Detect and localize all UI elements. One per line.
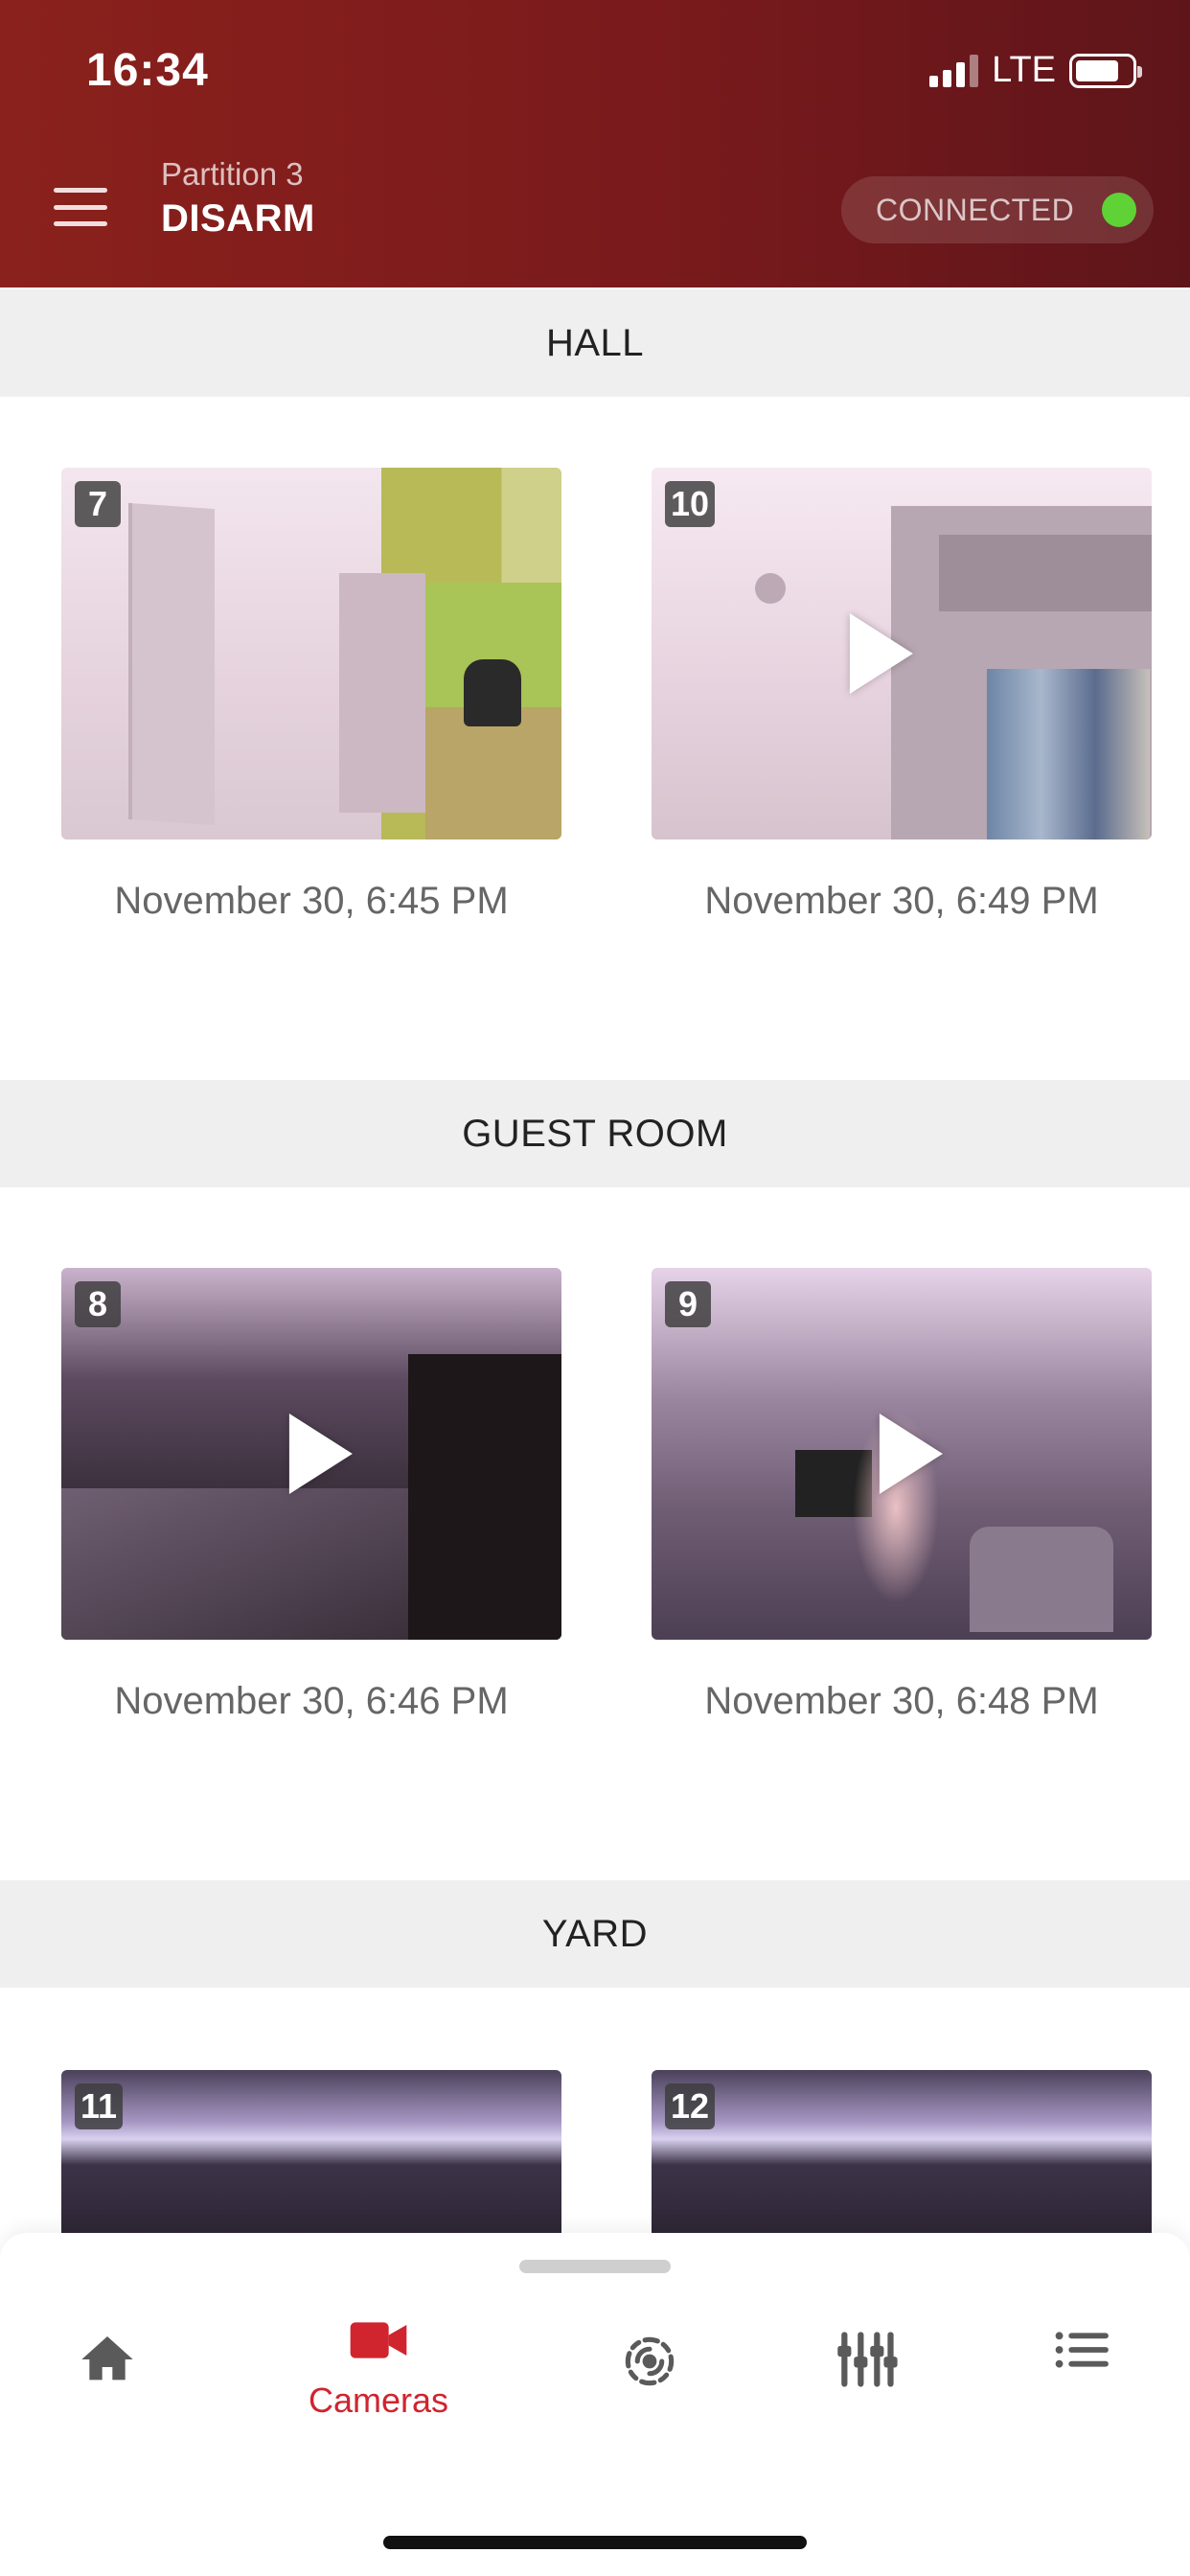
tab-devices[interactable]	[544, 2329, 755, 2482]
hamburger-menu-icon[interactable]	[54, 188, 107, 226]
app-header: 16:34 LTE Partition 3 DISARM CONNECTED	[0, 0, 1190, 288]
section-header-hall: HALL	[0, 289, 1190, 397]
camera-timestamp: November 30, 6:49 PM	[704, 880, 1099, 922]
camera-tile-10[interactable]: 10	[652, 468, 1152, 840]
camera-timestamp: November 30, 6:46 PM	[114, 1680, 509, 1722]
camera-timestamp: November 30, 6:48 PM	[704, 1680, 1099, 1722]
arm-state-label[interactable]: DISARM	[161, 197, 315, 241]
tab-label: Cameras	[308, 2380, 449, 2420]
camera-number-badge: 9	[665, 1281, 711, 1327]
cellular-signal-icon	[929, 54, 979, 87]
tab-home[interactable]	[2, 2329, 213, 2482]
camera-number-badge: 7	[75, 481, 121, 527]
camera-number-badge: 8	[75, 1281, 121, 1327]
devices-radar-icon	[625, 2336, 675, 2386]
home-indicator[interactable]	[383, 2536, 807, 2549]
network-type: LTE	[992, 50, 1056, 90]
camera-number-badge: 10	[665, 481, 716, 527]
connection-status-dot	[1102, 193, 1136, 227]
camera-tile-8[interactable]: 8	[61, 1268, 561, 1640]
sliders-icon	[837, 2332, 898, 2387]
camera-tile-7[interactable]: 7	[61, 468, 561, 840]
battery-icon	[1069, 53, 1142, 88]
section-header-guest-room: GUEST ROOM	[0, 1080, 1190, 1187]
tab-more[interactable]	[977, 2329, 1188, 2482]
camera-number-badge: 12	[665, 2083, 716, 2129]
video-camera-icon	[350, 2322, 407, 2358]
camera-tile-11[interactable]: 11	[61, 2070, 561, 2242]
play-icon[interactable]	[879, 1414, 943, 1494]
camera-timestamp: November 30, 6:45 PM	[114, 880, 509, 922]
tab-cameras[interactable]: Cameras	[273, 2315, 484, 2469]
camera-number-badge: 11	[75, 2083, 124, 2129]
camera-tile-9[interactable]: 9	[652, 1268, 1152, 1640]
bottom-tab-bar: Cameras	[0, 2233, 1190, 2576]
camera-tile-12[interactable]: 12	[652, 2070, 1152, 2242]
connection-status-badge: CONNECTED	[841, 176, 1154, 243]
connection-status-text: CONNECTED	[876, 192, 1075, 227]
play-icon[interactable]	[288, 1414, 353, 1494]
tab-controls[interactable]	[761, 2329, 972, 2482]
status-time: 16:34	[86, 45, 209, 96]
list-icon	[1055, 2332, 1109, 2368]
section-header-yard: YARD	[0, 1880, 1190, 1988]
play-icon[interactable]	[849, 613, 913, 694]
partition-label: Partition 3	[161, 156, 304, 192]
drawer-grabber-handle[interactable]	[519, 2260, 671, 2273]
status-indicators: LTE	[929, 50, 1142, 91]
home-icon	[81, 2336, 133, 2380]
